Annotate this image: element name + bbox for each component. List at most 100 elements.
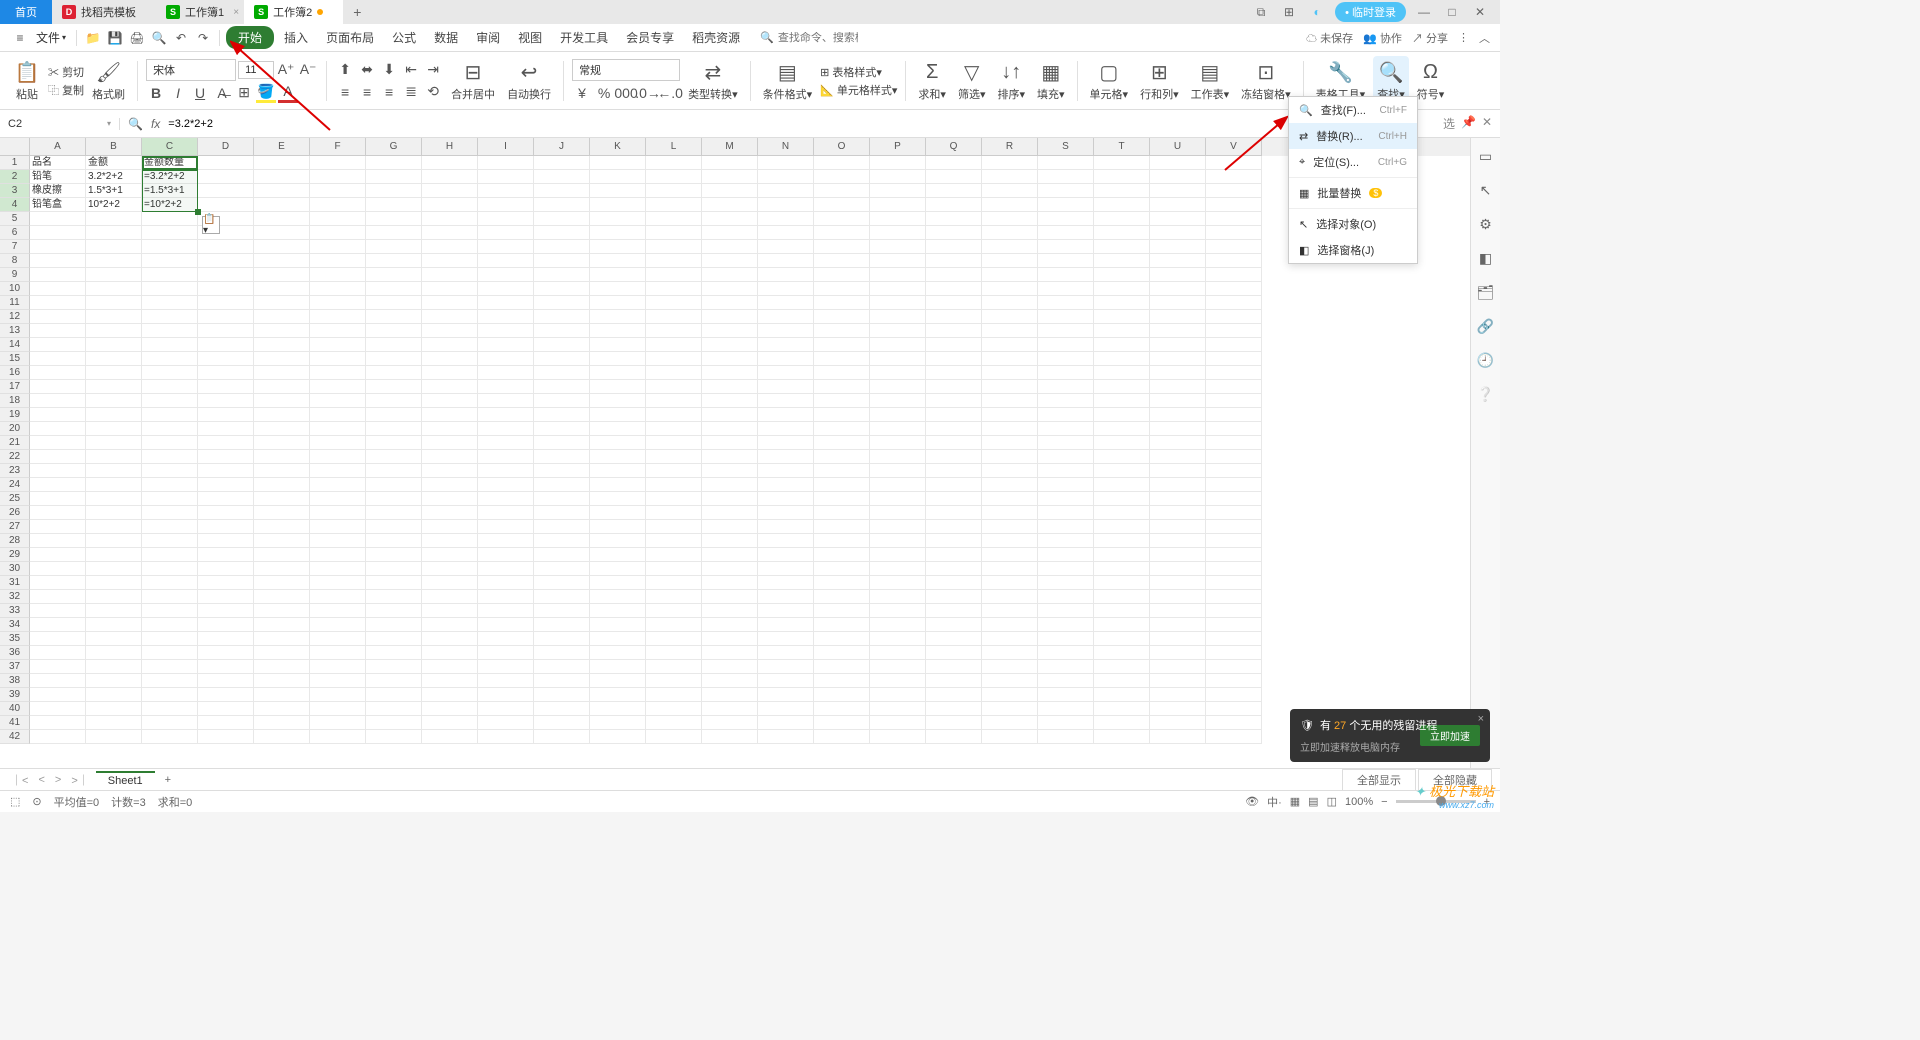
cell[interactable]	[142, 562, 198, 576]
cell[interactable]	[30, 226, 86, 240]
cell[interactable]	[926, 674, 982, 688]
cell[interactable]	[1150, 464, 1206, 478]
cell[interactable]	[646, 548, 702, 562]
borderннborder-icon[interactable]: ⊞	[234, 83, 254, 103]
cell[interactable]	[86, 464, 142, 478]
cell[interactable]	[1038, 688, 1094, 702]
cell[interactable]	[646, 366, 702, 380]
cell[interactable]	[590, 366, 646, 380]
cell[interactable]	[366, 716, 422, 730]
cell[interactable]	[198, 618, 254, 632]
cell[interactable]	[310, 324, 366, 338]
cell[interactable]	[590, 464, 646, 478]
cell[interactable]	[366, 380, 422, 394]
cell[interactable]	[310, 660, 366, 674]
zoom-out-icon[interactable]: −	[1381, 796, 1387, 808]
cell[interactable]	[870, 352, 926, 366]
cell[interactable]	[422, 450, 478, 464]
cell[interactable]	[590, 604, 646, 618]
cell[interactable]	[926, 464, 982, 478]
cell[interactable]	[310, 646, 366, 660]
wrap-icon[interactable]: ↩	[516, 60, 542, 86]
name-box[interactable]: C2 ▾	[0, 118, 120, 130]
cell[interactable]	[1206, 394, 1262, 408]
row-header[interactable]: 2	[0, 170, 30, 184]
cell[interactable]	[926, 268, 982, 282]
row-header[interactable]: 4	[0, 198, 30, 212]
cell[interactable]	[1206, 478, 1262, 492]
cell[interactable]	[422, 506, 478, 520]
cell[interactable]	[478, 408, 534, 422]
cell[interactable]	[254, 268, 310, 282]
cell[interactable]	[478, 590, 534, 604]
view-normal-icon[interactable]: ▦	[1290, 795, 1300, 808]
cell[interactable]	[534, 520, 590, 534]
cell[interactable]	[478, 198, 534, 212]
cell[interactable]	[86, 674, 142, 688]
cell[interactable]	[982, 702, 1038, 716]
cell[interactable]	[926, 450, 982, 464]
cell[interactable]	[646, 338, 702, 352]
align-middle-icon[interactable]: ⬌	[357, 60, 377, 80]
cell[interactable]	[814, 702, 870, 716]
cell[interactable]	[1038, 646, 1094, 660]
cell[interactable]	[758, 394, 814, 408]
cell[interactable]	[366, 590, 422, 604]
cell[interactable]	[142, 688, 198, 702]
cell[interactable]	[422, 688, 478, 702]
cell[interactable]	[310, 282, 366, 296]
close-icon[interactable]: ×	[233, 7, 239, 18]
cell[interactable]	[814, 408, 870, 422]
history-icon[interactable]: 🕘	[1476, 350, 1496, 370]
cell[interactable]	[758, 240, 814, 254]
cell[interactable]	[1150, 184, 1206, 198]
cell[interactable]	[982, 422, 1038, 436]
cell[interactable]	[1206, 310, 1262, 324]
cell[interactable]	[254, 198, 310, 212]
cell[interactable]	[30, 366, 86, 380]
cell[interactable]	[982, 310, 1038, 324]
cell[interactable]	[702, 310, 758, 324]
cell[interactable]	[590, 548, 646, 562]
cell[interactable]	[646, 478, 702, 492]
cell[interactable]	[142, 422, 198, 436]
cond-format-icon[interactable]: ▤	[774, 60, 800, 86]
cell[interactable]	[310, 632, 366, 646]
cell[interactable]	[534, 268, 590, 282]
cell[interactable]	[870, 674, 926, 688]
cell[interactable]	[310, 618, 366, 632]
cell[interactable]	[1150, 604, 1206, 618]
cell[interactable]	[198, 338, 254, 352]
cell[interactable]	[534, 464, 590, 478]
row-header[interactable]: 9	[0, 268, 30, 282]
cell[interactable]	[198, 688, 254, 702]
cell[interactable]	[870, 618, 926, 632]
view-break-icon[interactable]: ◫	[1327, 795, 1337, 808]
cell[interactable]	[478, 352, 534, 366]
cell[interactable]	[590, 324, 646, 338]
cell[interactable]	[1094, 170, 1150, 184]
cell[interactable]	[1150, 548, 1206, 562]
cell[interactable]	[590, 562, 646, 576]
cell[interactable]	[478, 576, 534, 590]
cell[interactable]	[926, 254, 982, 268]
zoom-selection-icon[interactable]: 🔍	[128, 117, 143, 131]
cell[interactable]	[1150, 492, 1206, 506]
cell[interactable]	[814, 324, 870, 338]
filter-icon[interactable]: ▽	[959, 60, 985, 86]
cell[interactable]	[590, 296, 646, 310]
cell[interactable]	[254, 436, 310, 450]
cell[interactable]	[1206, 492, 1262, 506]
cell[interactable]	[86, 590, 142, 604]
cell[interactable]	[1206, 254, 1262, 268]
close-button[interactable]: ✕	[1470, 5, 1490, 19]
row-header[interactable]: 15	[0, 352, 30, 366]
cell[interactable]	[366, 268, 422, 282]
cell[interactable]	[1206, 422, 1262, 436]
column-header[interactable]: O	[814, 138, 870, 156]
cell[interactable]	[30, 352, 86, 366]
row-header[interactable]: 7	[0, 240, 30, 254]
cell[interactable]	[254, 352, 310, 366]
cell[interactable]	[310, 226, 366, 240]
cell[interactable]	[366, 324, 422, 338]
